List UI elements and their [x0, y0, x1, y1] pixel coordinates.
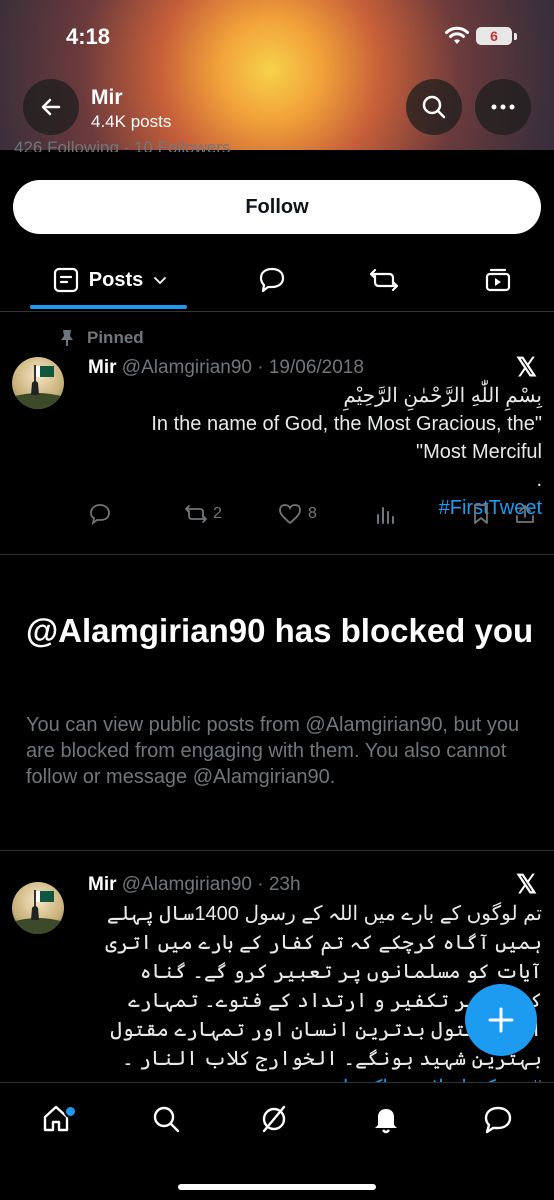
status-bar: 4:18 6: [0, 22, 554, 52]
wifi-icon: [445, 26, 469, 44]
repost-icon: [184, 505, 208, 523]
back-arrow-icon: [41, 98, 61, 116]
message-icon: [484, 1106, 512, 1134]
author-name[interactable]: Mir: [88, 874, 117, 895]
share-icon: [516, 505, 534, 523]
pin-icon: [61, 330, 73, 346]
battery-tip: [514, 33, 517, 40]
status-time: 4:18: [66, 24, 111, 49]
home-indicator: [178, 1184, 376, 1190]
views-button[interactable]: [374, 503, 396, 525]
blocked-title: @Alamgirian90 has blocked you: [26, 612, 534, 649]
more-icon: [491, 104, 515, 110]
chevron-down-icon: [154, 277, 167, 285]
avatar-image: [12, 365, 64, 409]
nav-notifications[interactable]: [366, 1099, 406, 1139]
analytics-icon: [377, 507, 394, 524]
profile-tabs: Posts: [0, 252, 554, 312]
blocked-message: You can view public posts from @Alamgiri…: [26, 714, 520, 788]
tab-replies[interactable]: [252, 252, 292, 308]
repost-icon: [369, 268, 399, 292]
search-icon: [153, 1106, 180, 1133]
back-button[interactable]: [23, 79, 79, 135]
post-divider: [0, 850, 554, 851]
post-divider: [0, 554, 554, 555]
post-line-3: "Most Merciful: [415, 441, 542, 463]
active-tab-indicator: [30, 305, 187, 309]
bell-icon: [375, 1109, 397, 1134]
author-meta: @Alamgirian90 · 23h: [121, 874, 301, 895]
avatar[interactable]: [12, 882, 64, 934]
pinned-label: Pinned: [87, 328, 144, 347]
tab-posts[interactable]: Posts: [40, 252, 180, 308]
nav-home[interactable]: [36, 1099, 77, 1139]
compose-button[interactable]: [465, 984, 537, 1056]
tab-media[interactable]: [478, 252, 518, 308]
x-logo-icon: 𝕏: [516, 352, 537, 382]
post-actions: 2 8: [88, 503, 548, 529]
nav-grok[interactable]: [254, 1099, 294, 1139]
battery-indicator: 6: [476, 27, 512, 45]
author-meta: @Alamgirian90 · 19/06/2018: [121, 357, 364, 378]
bookmark-button[interactable]: [471, 503, 491, 525]
avatar[interactable]: [12, 357, 64, 409]
post-author-line: Mir @Alamgirian90 · 19/06/2018: [88, 357, 364, 379]
reply-icon: [90, 504, 110, 525]
post-text: بِسْمِ اللّٰهِ الرَّحْمٰنِ الرَّحِيْمِ I…: [80, 382, 542, 522]
x-logo-icon: 𝕏: [516, 869, 537, 899]
heart-icon: [279, 504, 301, 525]
grok-icon: [262, 1105, 286, 1133]
follow-button[interactable]: Follow: [13, 180, 541, 234]
profile-name: Mir: [91, 86, 123, 109]
tabs-divider: [0, 311, 554, 312]
avatar-image: [12, 890, 64, 934]
repost-count: 2: [213, 505, 222, 522]
notification-dot: [64, 1105, 77, 1118]
bookmark-icon: [474, 504, 488, 524]
plus-icon: [488, 1007, 514, 1033]
media-icon: [485, 268, 511, 292]
pinned-indicator: Pinned: [60, 328, 144, 348]
reply-button[interactable]: [88, 503, 112, 525]
like-button[interactable]: 8: [278, 503, 317, 525]
post-author-line: Mir @Alamgirian90 · 23h: [88, 874, 301, 896]
search-button[interactable]: [406, 79, 462, 135]
nav-messages[interactable]: [478, 1099, 518, 1139]
search-icon: [422, 95, 446, 119]
tab-posts-label: Posts: [88, 268, 144, 291]
posts-icon: [53, 267, 78, 293]
more-button[interactable]: [475, 79, 531, 135]
post-line-2: In the name of God, the Most Gracious, t…: [151, 413, 542, 435]
follow-stats: 426 Following · 10 Followers: [14, 138, 231, 152]
share-button[interactable]: [514, 503, 536, 525]
author-name[interactable]: Mir: [88, 357, 117, 378]
bottom-nav: [0, 1082, 554, 1200]
nav-search[interactable]: [146, 1099, 186, 1139]
post-line-4: .: [536, 469, 542, 491]
post-line-1: بِسْمِ اللّٰهِ الرَّحْمٰنِ الرَّحِيْمِ: [343, 385, 542, 407]
reply-icon: [259, 267, 285, 293]
repost-button[interactable]: 2: [183, 503, 222, 525]
tab-reposts[interactable]: [364, 252, 404, 308]
like-count: 8: [308, 505, 317, 522]
post-count: 4.4K posts: [91, 112, 172, 131]
